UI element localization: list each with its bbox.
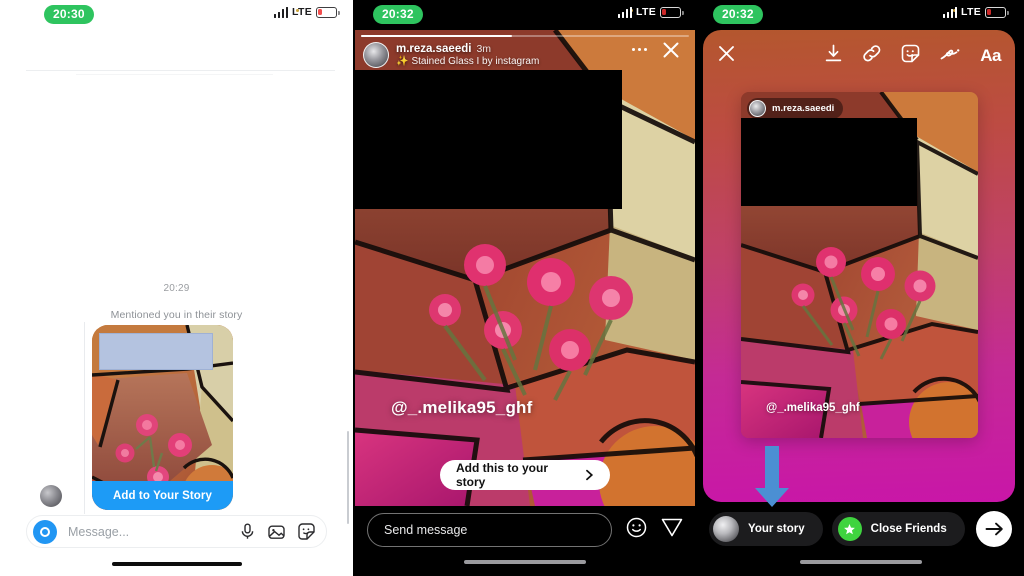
signal-bars-icon xyxy=(942,6,958,18)
header-divider-secondary xyxy=(76,74,273,75)
reply-input[interactable]: Send message xyxy=(367,513,612,547)
story-effect-label: Stained Glass I by instagram xyxy=(411,56,540,68)
story-mention-text[interactable]: @_.melika95_ghf xyxy=(391,398,532,418)
shared-story-mention: @_.melika95_ghf xyxy=(766,402,860,414)
story-author-username: m.reza.saeedi xyxy=(396,43,472,55)
shared-story-attribution[interactable]: m.reza.saeedi xyxy=(747,98,844,119)
message-timestamp: 20:29 xyxy=(163,283,190,294)
home-indicator xyxy=(464,560,586,564)
link-icon[interactable] xyxy=(862,44,882,68)
network-label: LTE xyxy=(961,6,981,18)
your-story-button[interactable]: Your story xyxy=(709,512,823,546)
close-icon[interactable] xyxy=(661,40,681,65)
next-arrow-icon xyxy=(985,522,1003,536)
text-icon[interactable]: Aa xyxy=(980,46,1001,66)
message-input[interactable]: Message... xyxy=(57,525,240,539)
avatar xyxy=(713,516,739,542)
battery-icon xyxy=(316,6,340,18)
photo-icon[interactable] xyxy=(268,524,285,540)
story-author-avatar[interactable] xyxy=(363,42,389,69)
header-divider xyxy=(26,70,335,71)
down-arrow-annotation xyxy=(754,446,790,513)
status-bar-panel3: 20:32 LTE xyxy=(697,0,1024,30)
panel-share-composer: 20:32 LTE Aa m.reza.saeedi @_.melika95_g… xyxy=(697,0,1024,576)
home-indicator xyxy=(111,562,242,566)
battery-icon xyxy=(985,6,1009,18)
story-reply-bar: Send message xyxy=(355,512,695,548)
message-composer[interactable]: Message... xyxy=(26,515,327,548)
redaction-box-blue xyxy=(99,333,213,370)
story-progress-bar xyxy=(361,35,689,37)
download-icon[interactable] xyxy=(824,44,843,68)
panel-dm-thread: 20:30 LTE 20:29 Mentioned you in their s… xyxy=(0,0,353,576)
redaction-box-black xyxy=(355,70,622,209)
story-age: 3m xyxy=(476,43,492,55)
network-label: LTE xyxy=(292,6,312,18)
signal-bars-icon xyxy=(273,6,289,18)
home-indicator xyxy=(799,560,922,564)
chevron-right-icon xyxy=(586,469,594,481)
next-button[interactable] xyxy=(976,511,1012,547)
mention-notice-label: Mentioned you in their story xyxy=(110,309,243,321)
microphone-icon[interactable] xyxy=(240,523,255,540)
sender-avatar xyxy=(40,485,62,507)
shared-story-card[interactable]: m.reza.saeedi @_.melika95_ghf xyxy=(741,92,978,438)
status-time: 20:30 xyxy=(44,5,94,24)
screenshot-root: 20:30 LTE 20:29 Mentioned you in their s… xyxy=(0,0,1024,576)
sticker-icon[interactable] xyxy=(901,44,921,69)
battery-icon xyxy=(660,6,684,18)
composer-toolbar: Aa xyxy=(703,30,1015,82)
network-label: LTE xyxy=(636,6,656,18)
camera-icon[interactable] xyxy=(33,519,57,544)
draw-icon[interactable] xyxy=(940,44,961,68)
add-this-label: Add this to your story xyxy=(456,461,548,489)
story-composer-canvas[interactable]: Aa m.reza.saeedi @_.melika95_ghf xyxy=(703,30,1015,502)
signal-bars-icon xyxy=(617,6,633,18)
share-bar: Your story Close Friends xyxy=(697,506,1024,552)
close-friends-button[interactable]: Close Friends xyxy=(831,512,965,546)
scrollbar[interactable] xyxy=(347,431,349,524)
your-story-label: Your story xyxy=(748,523,805,535)
more-options-icon[interactable] xyxy=(632,48,647,51)
thread-rail xyxy=(84,322,85,514)
close-friends-label: Close Friends xyxy=(870,523,947,535)
sticker-icon[interactable] xyxy=(298,523,315,540)
status-time: 20:32 xyxy=(373,5,423,24)
shared-story-avatar xyxy=(749,100,766,117)
status-bar-panel2: 20:32 LTE xyxy=(355,0,695,30)
add-to-your-story-button[interactable]: Add to Your Story xyxy=(92,481,233,510)
redaction-box-black xyxy=(741,118,917,206)
sparkle-icon: ✨ xyxy=(396,56,409,68)
send-icon[interactable] xyxy=(661,517,683,543)
status-time: 20:32 xyxy=(713,5,763,24)
panel-story-viewer: 20:32 LTE m.reza.saeedi 3m ✨ Stained Gla… xyxy=(355,0,695,576)
status-bar-panel1: 20:30 LTE xyxy=(0,0,353,30)
close-icon[interactable] xyxy=(717,44,736,68)
shared-story-username: m.reza.saeedi xyxy=(772,103,835,114)
story-header[interactable]: m.reza.saeedi 3m ✨ Stained Glass I by ins… xyxy=(363,42,539,69)
add-this-to-your-story-button[interactable]: Add this to your story xyxy=(440,460,610,490)
emoji-icon[interactable] xyxy=(626,517,647,543)
close-friends-star-icon xyxy=(837,517,862,541)
